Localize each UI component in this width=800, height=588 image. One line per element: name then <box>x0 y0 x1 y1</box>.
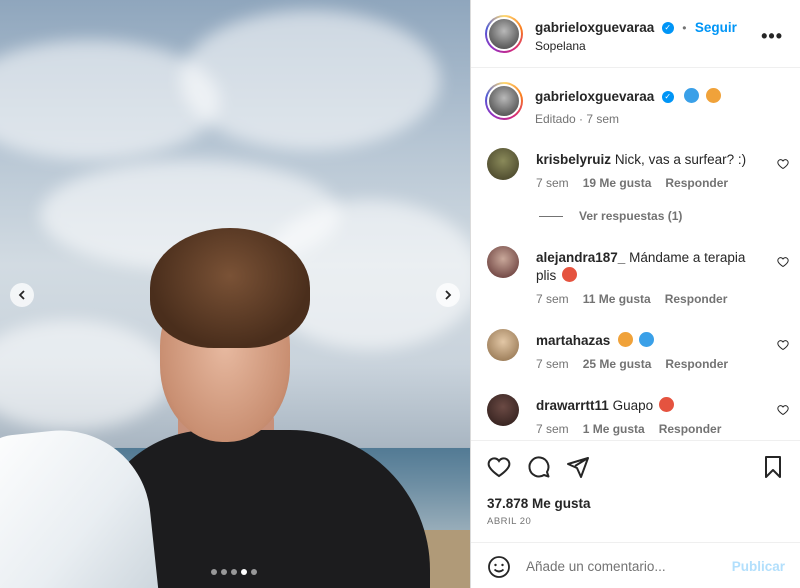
wave-emoji-icon <box>638 332 654 347</box>
caption-username[interactable]: gabrieloxguevaraa <box>535 89 654 104</box>
author-avatar[interactable] <box>485 15 523 53</box>
comment-age: 7 sem <box>536 357 569 371</box>
comment-body: martahazas <box>536 332 766 350</box>
white-towel <box>0 421 159 588</box>
author-username[interactable]: gabrieloxguevaraa <box>535 20 654 35</box>
commenter-username[interactable]: krisbelyruiz <box>536 152 611 167</box>
like-heart-icon[interactable] <box>487 455 511 479</box>
comment-bubble-icon[interactable] <box>527 455 551 479</box>
carousel-dot <box>231 569 237 575</box>
carousel-dot <box>241 569 247 575</box>
replies-divider <box>539 215 563 217</box>
follow-button[interactable]: Seguir <box>695 20 737 35</box>
commenter-avatar[interactable] <box>487 148 519 180</box>
reply-button[interactable]: Responder <box>665 357 728 371</box>
carousel-dot <box>251 569 257 575</box>
commenter-username[interactable]: drawarrtt11 <box>536 398 609 413</box>
bookmark-save-icon[interactable] <box>761 455 785 479</box>
shaka-emoji-icon <box>705 88 721 103</box>
commenter-avatar[interactable] <box>487 394 519 426</box>
carousel-dot <box>211 569 217 575</box>
commenter-username[interactable]: alejandra187_ <box>536 250 625 265</box>
view-replies-button[interactable]: Ver respuestas (1) <box>539 209 682 223</box>
like-heart-icon[interactable] <box>777 256 789 268</box>
comment-meta: 7 sem 11 Me gusta Responder <box>536 292 727 306</box>
shaka-emoji-icon <box>618 332 634 347</box>
add-comment-bar: Añade un comentario... Publicar <box>471 542 800 588</box>
reply-button[interactable]: Responder <box>665 176 728 190</box>
post-photo[interactable] <box>0 0 470 588</box>
like-count[interactable]: 37.878 Me gusta <box>487 496 591 511</box>
carousel-dot <box>221 569 227 575</box>
heart-eyes-emoji-icon <box>562 267 578 282</box>
comment-likes[interactable]: 11 Me gusta <box>583 292 651 306</box>
comment-age: 7 sem <box>536 422 569 436</box>
comment-body: krisbelyruiz Nick, vas a surfear? :) <box>536 151 766 169</box>
commenter-avatar[interactable] <box>487 246 519 278</box>
wave-emoji-icon <box>684 88 700 103</box>
caption-line: gabrieloxguevaraa ✓ <box>535 88 721 106</box>
author-line: gabrieloxguevaraa ✓ • Seguir <box>535 19 737 37</box>
comment-likes[interactable]: 19 Me gusta <box>583 176 652 190</box>
carousel-next-button[interactable] <box>436 283 460 307</box>
like-heart-icon[interactable] <box>777 158 789 170</box>
emoji-smiley-icon[interactable] <box>487 555 511 579</box>
comment-meta: 7 sem 19 Me gusta Responder <box>536 176 728 190</box>
verified-badge-icon: ✓ <box>661 21 674 34</box>
heart-eyes-emoji-icon <box>658 397 674 412</box>
location-link[interactable]: Sopelana <box>535 39 586 53</box>
publish-button[interactable]: Publicar <box>732 559 785 574</box>
commenter-avatar[interactable] <box>487 329 519 361</box>
post-details-panel: gabrieloxguevaraa ✓ • Seguir Sopelana ••… <box>470 0 800 588</box>
post-date: ABRIL 20 <box>487 516 532 527</box>
comment-text: Nick, vas a surfear? :) <box>614 152 747 167</box>
chevron-left-icon <box>18 290 25 300</box>
comment-likes[interactable]: 1 Me gusta <box>583 422 645 436</box>
comment-age: 7 sem <box>536 176 569 190</box>
reply-button[interactable]: Responder <box>659 422 722 436</box>
carousel-prev-button[interactable] <box>10 283 34 307</box>
comment-body: alejandra187_ Mándame a terapia plis <box>536 249 766 285</box>
commenter-username[interactable]: martahazas <box>536 333 610 348</box>
separator: • <box>682 21 687 35</box>
comment-likes[interactable]: 25 Me gusta <box>583 357 652 371</box>
reply-button[interactable]: Responder <box>665 292 728 306</box>
comment-text: Guapo <box>612 398 654 413</box>
post-header: gabrieloxguevaraa ✓ • Seguir Sopelana ••… <box>471 0 800 68</box>
comment-input[interactable]: Añade un comentario... <box>526 559 666 574</box>
caption-meta: Editado · 7 sem <box>535 112 620 126</box>
like-heart-icon[interactable] <box>777 339 789 351</box>
verified-badge-icon: ✓ <box>661 90 674 103</box>
comment-meta: 7 sem 1 Me gusta Responder <box>536 422 721 436</box>
like-heart-icon[interactable] <box>777 404 789 416</box>
view-replies-label: Ver respuestas (1) <box>579 209 683 223</box>
person-hair <box>150 228 310 348</box>
comment-meta: 7 sem 25 Me gusta Responder <box>536 357 728 371</box>
comment-age: 7 sem <box>536 292 569 306</box>
chevron-right-icon <box>445 290 452 300</box>
comment-body: drawarrtt11 Guapo <box>536 397 766 415</box>
share-send-icon[interactable] <box>566 455 590 479</box>
carousel-dots <box>211 569 257 575</box>
more-options-icon[interactable]: ••• <box>761 26 783 47</box>
post-actions: 37.878 Me gusta ABRIL 20 Añade un coment… <box>471 440 800 588</box>
caption-author-avatar[interactable] <box>485 82 523 120</box>
